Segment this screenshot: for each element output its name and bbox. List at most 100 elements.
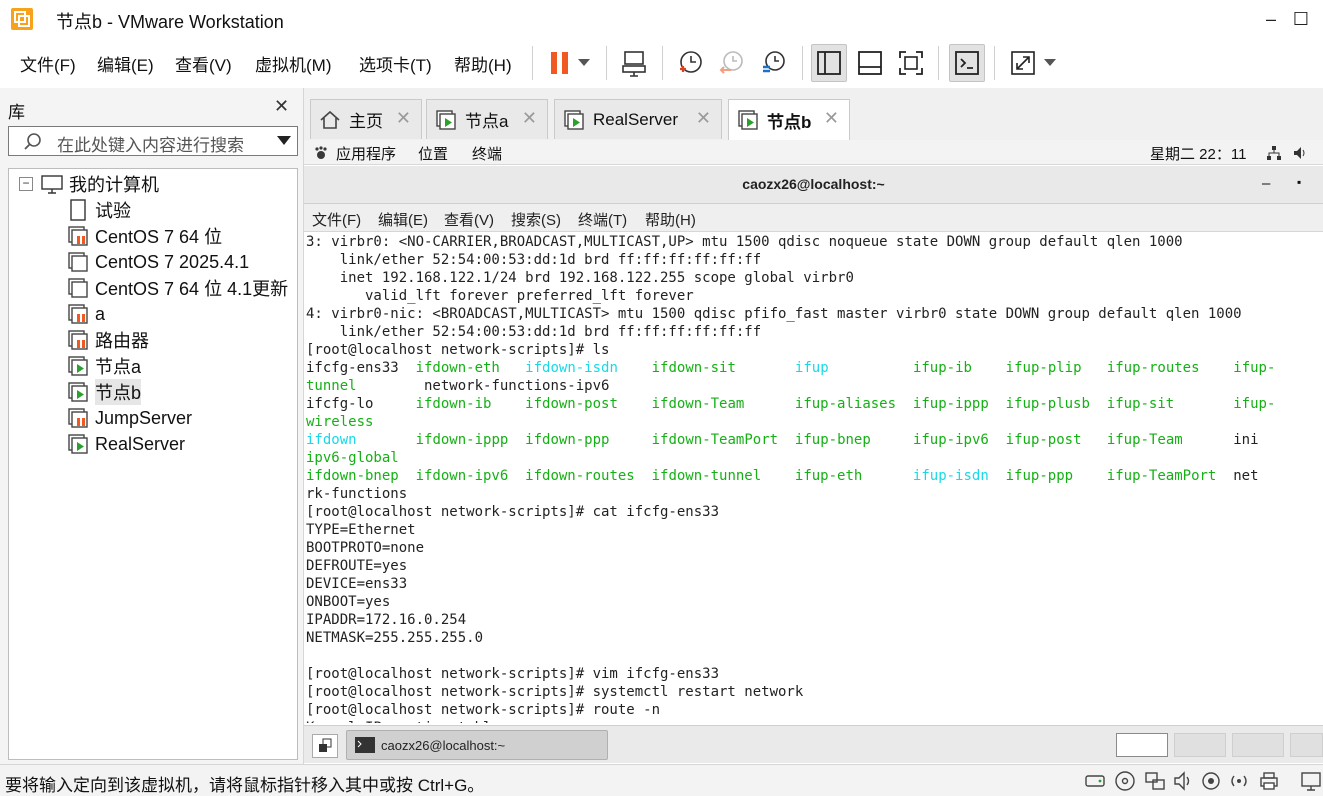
- library-vm-item[interactable]: 节点b: [67, 379, 142, 405]
- gnome-foot-icon: [315, 146, 327, 159]
- show-desktop-button[interactable]: [312, 734, 338, 758]
- show-thumbnail-bar-button[interactable]: [852, 44, 888, 82]
- tab-close-button[interactable]: ✕: [696, 108, 711, 129]
- pause-icon: [551, 52, 568, 74]
- library-vm-item[interactable]: RealServer: [67, 431, 185, 457]
- library-vm-item[interactable]: CentOS 7 2025.4.1: [67, 249, 249, 275]
- revert-snapshot-button[interactable]: [714, 44, 750, 82]
- usb-icon[interactable]: [1200, 770, 1222, 792]
- terminal-text: ifdown-ib: [415, 396, 492, 412]
- display-icon[interactable]: [1300, 770, 1322, 792]
- tab-close-button[interactable]: ✕: [396, 108, 411, 129]
- library-vm-item[interactable]: CentOS 7 64 位 4.1更新: [67, 275, 288, 301]
- terminal-menu-view[interactable]: 查看(V): [444, 209, 494, 230]
- guest-terminal-menu[interactable]: 终端: [472, 143, 502, 164]
- send-ctrl-alt-del-button[interactable]: [616, 44, 652, 82]
- cd-dvd-icon[interactable]: [1114, 770, 1136, 792]
- terminal-text: [root@localhost network-scripts]# ls: [306, 342, 610, 358]
- vm-console[interactable]: 应用程序 位置 终端 星期二 22：11 caozx26@localhost:~…: [304, 140, 1323, 763]
- terminal-line: ONBOOT=yes: [306, 593, 390, 611]
- terminal-line: link/ether 52:54:00:53:dd:1d brd ff:ff:f…: [306, 323, 761, 341]
- terminal-text: Kernel IP routing table: [306, 720, 500, 723]
- search-dropdown-icon[interactable]: [277, 136, 291, 146]
- menu-vm[interactable]: 虚拟机(M): [255, 51, 331, 76]
- snapshot-manager-button[interactable]: [756, 44, 792, 82]
- terminal-text: inet 192.168.122.1/24 brd 192.168.122.25…: [306, 270, 854, 286]
- menu-and-toolbar: 文件(F) 编辑(E) 查看(V) 虚拟机(M) 选项卡(T) 帮助(H): [0, 38, 1323, 88]
- workspace-2[interactable]: [1174, 733, 1226, 757]
- library-search-input[interactable]: 在此处键入内容进行搜索: [8, 126, 298, 156]
- sound-card-icon[interactable]: [1172, 770, 1194, 792]
- library-title: 库: [8, 103, 25, 122]
- hard-disk-icon[interactable]: [1084, 770, 1106, 792]
- fit-guest-button[interactable]: [893, 44, 929, 82]
- minimize-button[interactable]: –: [1256, 6, 1286, 32]
- terminal-menu-file[interactable]: 文件(F): [312, 209, 361, 230]
- vm-stopped-icon: [68, 226, 88, 246]
- show-library-button[interactable]: [811, 44, 847, 82]
- terminal-menu-terminal[interactable]: 终端(T): [578, 209, 627, 230]
- library-vm-item[interactable]: a: [67, 301, 105, 327]
- terminal-menu-help[interactable]: 帮助(H): [645, 209, 696, 230]
- library-vm-item[interactable]: 试验: [67, 197, 131, 223]
- console-view-button[interactable]: [949, 44, 985, 82]
- tab-node-a[interactable]: 节点a ✕: [426, 99, 548, 139]
- collapse-icon[interactable]: −: [19, 177, 33, 191]
- network-adapter-icon[interactable]: [1144, 770, 1166, 792]
- terminal-text: ipv6-global: [306, 450, 399, 466]
- library-vm-item[interactable]: 路由器: [67, 327, 149, 353]
- toolbar-separator: [802, 46, 803, 80]
- guest-clock[interactable]: 星期二 22：11: [1150, 143, 1246, 164]
- printer-icon[interactable]: [1258, 770, 1280, 792]
- terminal-line: [root@localhost network-scripts]# vim if…: [306, 665, 719, 683]
- menu-tabs[interactable]: 选项卡(T): [359, 51, 432, 76]
- menu-help[interactable]: 帮助(H): [454, 51, 512, 76]
- terminal-line: NETMASK=255.255.255.0: [306, 629, 483, 647]
- full-screen-dropdown[interactable]: [1039, 44, 1061, 82]
- power-options-dropdown[interactable]: [572, 44, 596, 82]
- workspace-4[interactable]: [1290, 733, 1323, 757]
- terminal-text: ifup-TeamPort: [1106, 468, 1217, 484]
- library-vm-item[interactable]: JumpServer: [67, 405, 192, 431]
- tab-node-b[interactable]: 节点b ✕: [728, 99, 850, 140]
- tab-home[interactable]: 主页 ✕: [310, 99, 422, 139]
- full-screen-button[interactable]: [1005, 44, 1041, 82]
- tab-close-button[interactable]: ✕: [824, 108, 839, 129]
- wireless-icon[interactable]: [1228, 770, 1250, 792]
- menu-file[interactable]: 文件(F): [20, 51, 76, 76]
- vm-running-icon: [68, 434, 88, 454]
- maximize-button[interactable]: ☐: [1286, 6, 1316, 32]
- network-icon[interactable]: [1266, 145, 1282, 161]
- tab-close-button[interactable]: ✕: [522, 108, 537, 129]
- terminal-menu-search[interactable]: 搜索(S): [511, 209, 561, 230]
- library-close-button[interactable]: ✕: [274, 96, 289, 117]
- tree-root-my-computer[interactable]: − 我的计算机: [19, 171, 159, 197]
- terminal-text: ifdown-bnep: [306, 468, 399, 484]
- library-vm-item[interactable]: CentOS 7 64 位: [67, 223, 222, 249]
- guest-places-menu[interactable]: 位置: [418, 143, 448, 164]
- take-snapshot-button[interactable]: [672, 44, 708, 82]
- terminal-text: ifup-routes: [1106, 360, 1200, 376]
- library-vm-item[interactable]: 节点a: [67, 353, 141, 379]
- volume-icon[interactable]: [1292, 145, 1308, 161]
- guest-applications-menu[interactable]: 应用程序: [336, 143, 396, 164]
- terminal-maximize-button[interactable]: ▪: [1297, 175, 1301, 189]
- terminal-output[interactable]: 3: virbr0: <NO-CARRIER,BROADCAST,MULTICA…: [306, 233, 1323, 723]
- workspace-3[interactable]: [1232, 733, 1284, 757]
- guest-taskbar-terminal[interactable]: caozx26@localhost:~: [346, 730, 608, 760]
- terminal-minimize-button[interactable]: –: [1262, 175, 1270, 192]
- terminal-menu-edit[interactable]: 编辑(E): [378, 209, 428, 230]
- show-thumbnail-bar-icon: [858, 51, 882, 75]
- tab-realserver[interactable]: RealServer ✕: [554, 99, 722, 139]
- workspace-1[interactable]: [1116, 733, 1168, 757]
- terminal-line: valid_lft forever preferred_lft forever: [306, 287, 694, 305]
- menu-view[interactable]: 查看(V): [175, 51, 232, 76]
- menu-edit[interactable]: 编辑(E): [97, 51, 154, 76]
- toolbar-separator: [938, 46, 939, 80]
- terminal-line: ifdown ifdown-ippp ifdown-ppp ifdown-Tea…: [306, 431, 1259, 449]
